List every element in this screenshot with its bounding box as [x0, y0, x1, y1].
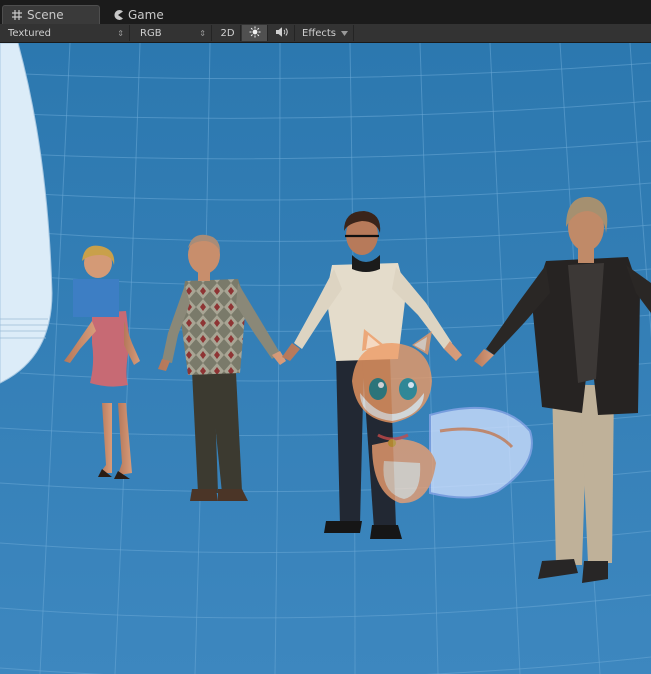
effects-label: Effects — [302, 27, 336, 39]
sun-icon — [249, 26, 261, 41]
effects-dropdown[interactable]: Effects — [296, 25, 354, 41]
dropdown-arrow-icon: ⇕ — [117, 28, 124, 38]
tab-scene-label: Scene — [27, 8, 64, 22]
speaker-icon — [275, 26, 289, 41]
censor-box — [73, 279, 119, 317]
shading-mode-dropdown[interactable]: Textured ⇕ — [2, 25, 130, 41]
dropdown-arrow-icon: ⇕ — [199, 28, 206, 38]
tab-scene[interactable]: Scene — [2, 5, 100, 24]
tab-game-label: Game — [128, 7, 164, 22]
scene-viewport[interactable] — [0, 43, 651, 674]
grid-icon — [11, 9, 23, 21]
triangle-down-icon — [341, 28, 348, 39]
scene-toolbar: Textured ⇕ RGB ⇕ 2D Effects — [0, 24, 651, 43]
tab-bar: Scene Game — [0, 0, 651, 24]
toggle-2d-button[interactable]: 2D — [215, 25, 241, 41]
scene-window: Scene Game Textured ⇕ RGB ⇕ 2D Effects — [0, 0, 651, 674]
tab-game[interactable]: Game — [104, 5, 184, 24]
render-mode-dropdown[interactable]: RGB ⇕ — [134, 25, 212, 41]
render-mode-value: RGB — [140, 27, 162, 39]
scene-audio-toggle[interactable] — [269, 25, 295, 41]
shading-mode-value: Textured — [8, 27, 51, 39]
scene-render — [0, 43, 651, 674]
pacman-icon — [112, 9, 124, 21]
scene-lighting-toggle[interactable] — [242, 25, 268, 41]
